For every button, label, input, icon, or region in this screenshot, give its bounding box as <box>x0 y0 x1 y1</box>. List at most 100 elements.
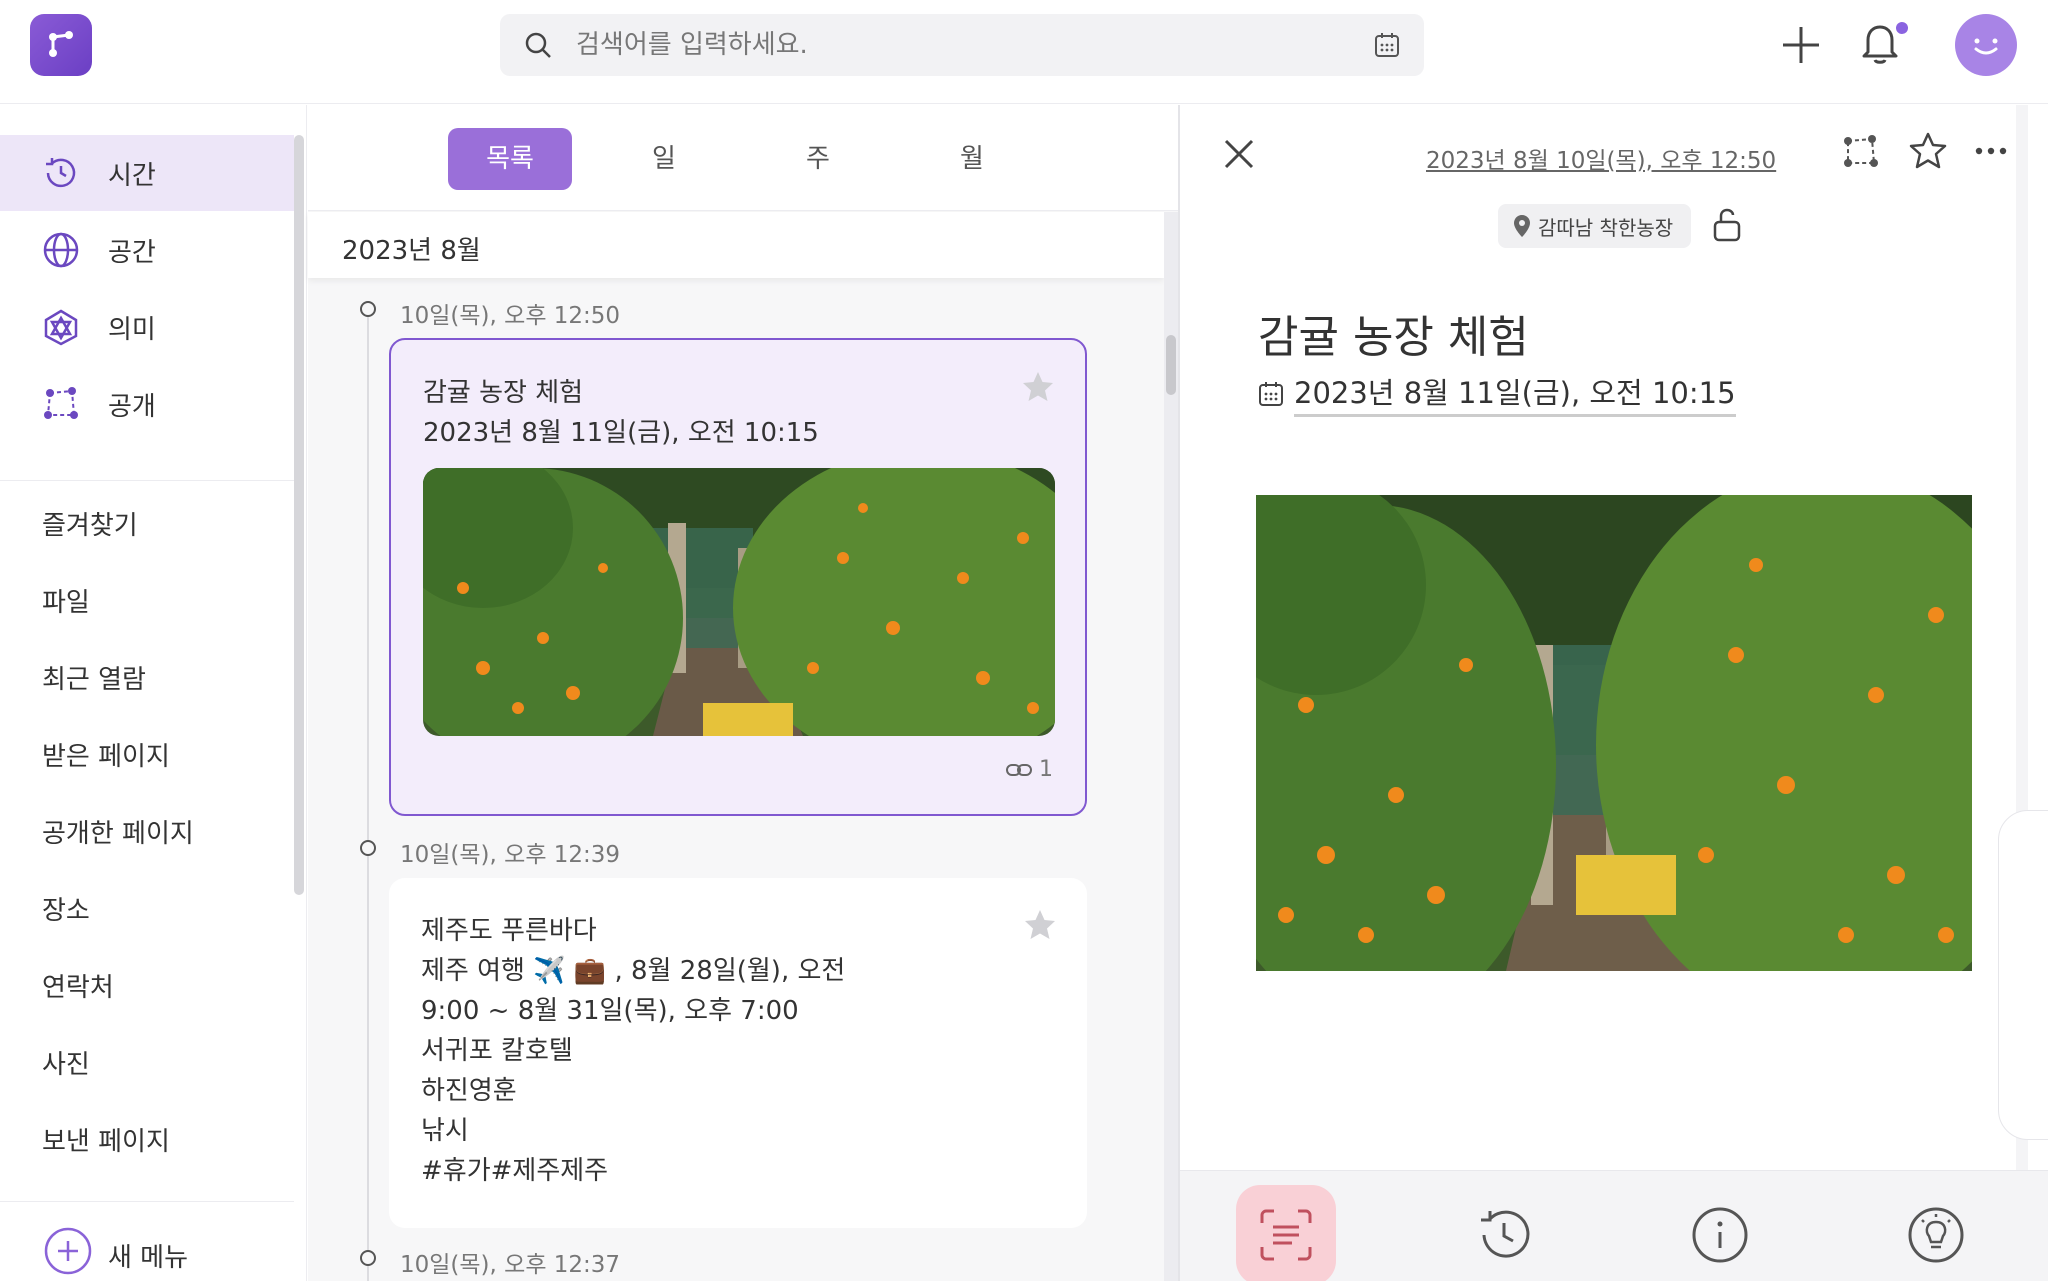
add-icon[interactable] <box>1780 24 1822 66</box>
share-network-icon[interactable] <box>1840 131 1880 171</box>
text-scan-button[interactable] <box>1236 1185 1336 1281</box>
card-title: 감귤 농장 체험 <box>423 378 584 408</box>
sidebar-scrollbar[interactable] <box>294 135 304 895</box>
app-logo[interactable] <box>30 14 92 76</box>
location-label: 감따남 착한농장 <box>1538 215 1674 240</box>
card-line: 9:00 ~ 8월 31일(목), 오후 7:00 <box>421 996 799 1026</box>
tab-week[interactable]: 주 <box>756 128 880 190</box>
side-panel-handle[interactable] <box>1998 810 2048 1140</box>
event-date[interactable]: 2023년 8월 11일(금), 오전 10:15 <box>1258 370 1736 417</box>
tab-month[interactable]: 월 <box>910 128 1034 190</box>
notification-dot <box>1896 22 1908 34</box>
card-line: 하진영훈 <box>421 1076 517 1106</box>
calendar-icon[interactable] <box>1374 32 1400 58</box>
link-count-value: 1 <box>1039 757 1053 782</box>
card-title: 제주도 푸른바다 <box>421 916 597 946</box>
text-scan-icon <box>1260 1209 1312 1261</box>
card-line: 서귀포 칼호텔 <box>421 1036 573 1066</box>
map-pin-icon <box>1514 215 1530 237</box>
idea-button[interactable] <box>1886 1185 1986 1281</box>
tab-list[interactable]: 목록 <box>448 128 572 190</box>
view-tabs: 목록 일 주 월 <box>308 105 1178 211</box>
unlock-icon[interactable] <box>1712 207 1742 243</box>
orchard-photo-icon <box>423 468 1055 736</box>
history-button[interactable] <box>1454 1185 1554 1281</box>
memo-card[interactable]: 제주도 푸른바다 제주 여행 ✈️ 💼 , 8월 28일(월), 오전 9:00… <box>389 878 1087 1228</box>
sidebar-link-files[interactable]: 파일 <box>42 582 90 619</box>
timeline-dot <box>360 1250 376 1266</box>
detail-panel: 2023년 8월 10일(목), 오후 12:50 감따남 착한농장 감귤 농장… <box>1178 105 2048 1281</box>
close-icon[interactable] <box>1222 137 1256 171</box>
timeline-panel: 목록 일 주 월 2023년 8월 10일(목), 오후 12:50 감귤 농장… <box>308 105 1178 1281</box>
logo-mark-icon <box>49 31 73 57</box>
sidebar-link-received[interactable]: 받은 페이지 <box>42 736 170 773</box>
sidebar-item-label: 의미 <box>108 315 156 345</box>
add-circle-icon <box>44 1227 92 1275</box>
sidebar-item-label: 공개 <box>108 392 156 422</box>
info-button[interactable] <box>1670 1185 1770 1281</box>
sidebar-link-recent[interactable]: 최근 열람 <box>42 659 146 696</box>
month-header: 2023년 8월 <box>308 212 1164 278</box>
star-icon[interactable] <box>1023 908 1057 942</box>
card-date: 2023년 8월 11일(금), 오전 10:15 <box>423 418 819 448</box>
search-input[interactable] <box>576 24 1336 66</box>
sidebar-divider <box>0 1201 294 1202</box>
month-label: 2023년 8월 <box>342 236 481 266</box>
share-network-icon <box>44 387 78 419</box>
meaning-network-icon <box>44 309 78 346</box>
globe-icon <box>43 232 79 268</box>
orchard-photo-icon <box>1256 495 1972 971</box>
favorite-star-icon[interactable] <box>1908 131 1948 171</box>
new-menu-button[interactable]: 새 메뉴 <box>44 1227 264 1277</box>
sidebar-item-label: 시간 <box>108 161 156 191</box>
sidebar-item-space[interactable]: 공간 <box>0 212 294 288</box>
star-icon[interactable] <box>1021 370 1055 404</box>
sidebar-link-published[interactable]: 공개한 페이지 <box>42 813 194 850</box>
timeline-time: 10일(목), 오후 12:37 <box>400 1252 621 1278</box>
history-icon <box>1481 1210 1530 1258</box>
card-line: 낚시 <box>421 1116 469 1146</box>
clock-history-icon <box>46 158 76 188</box>
detail-photo[interactable] <box>1256 495 1972 971</box>
sidebar-link-contacts[interactable]: 연락처 <box>42 967 114 1004</box>
avatar[interactable] <box>1955 14 2017 76</box>
bell-icon[interactable] <box>1860 20 1900 66</box>
info-icon <box>1692 1207 1748 1263</box>
card-line: 제주 여행 ✈️ 💼 , 8월 28일(월), 오전 <box>421 956 846 986</box>
sidebar-divider <box>0 480 294 481</box>
link-count: 1 <box>1005 757 1053 782</box>
card-line: #휴가#제주제주 <box>421 1156 609 1186</box>
top-bar <box>0 0 2048 104</box>
event-date-value: 2023년 8월 11일(금), 오전 10:15 <box>1294 370 1736 417</box>
search-bar <box>500 14 1424 76</box>
lightbulb-icon <box>1908 1207 1964 1263</box>
sidebar: 시간 공간 의미 공개 즐겨찾기 파일 최근 열람 받은 페이지 공개한 페이지… <box>0 105 307 1281</box>
timeline-time: 10일(목), 오후 12:50 <box>400 303 621 329</box>
sidebar-item-label: 공간 <box>108 238 156 268</box>
sidebar-item-public[interactable]: 공개 <box>0 366 294 442</box>
link-icon <box>1006 763 1032 776</box>
card-photo[interactable] <box>423 468 1055 736</box>
sidebar-item-time[interactable]: 시간 <box>0 135 294 211</box>
list-scrollbar[interactable] <box>1166 335 1176 395</box>
smile-face-icon <box>1974 38 1998 55</box>
sidebar-link-sent[interactable]: 보낸 페이지 <box>42 1121 170 1158</box>
sidebar-link-photos[interactable]: 사진 <box>42 1044 90 1081</box>
location-chip[interactable]: 감따남 착한농장 <box>1498 204 1692 248</box>
memo-card[interactable]: 감귤 농장 체험 2023년 8월 11일(금), 오전 10:15 1 <box>389 338 1087 816</box>
timeline-line <box>367 301 369 1281</box>
search-icon[interactable] <box>524 31 552 59</box>
timeline-dot <box>360 840 376 856</box>
timeline-dot <box>360 301 376 317</box>
timeline-time: 10일(목), 오후 12:39 <box>400 842 621 868</box>
more-options-icon[interactable] <box>1974 139 2008 163</box>
detail-bottom-toolbar <box>1180 1170 2048 1281</box>
sidebar-link-places[interactable]: 장소 <box>42 890 90 927</box>
created-date-link[interactable]: 2023년 8월 10일(목), 오후 12:50 <box>1426 141 1776 175</box>
tab-day[interactable]: 일 <box>602 128 726 190</box>
sidebar-item-meaning[interactable]: 의미 <box>0 289 294 365</box>
sidebar-link-favorites[interactable]: 즐겨찾기 <box>42 505 138 542</box>
new-menu-label: 새 메뉴 <box>108 1243 189 1273</box>
calendar-icon <box>1259 381 1283 406</box>
detail-title[interactable]: 감귤 농장 체험 <box>1258 301 1529 365</box>
